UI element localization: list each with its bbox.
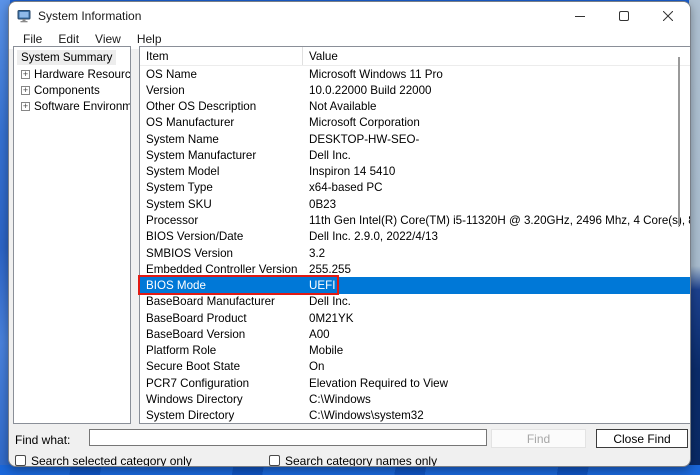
search-category-names-label: Search category names only: [285, 454, 437, 467]
item-cell: BIOS Mode: [140, 279, 303, 292]
expand-plus-icon[interactable]: +: [21, 102, 30, 111]
find-input[interactable]: [89, 429, 487, 446]
tree-item-components[interactable]: + Components: [21, 82, 130, 98]
table-row[interactable]: PCR7 ConfigurationElevation Required to …: [140, 375, 690, 391]
find-what-label: Find what:: [15, 433, 70, 447]
value-cell: Dell Inc.: [303, 295, 690, 308]
item-cell: Embedded Controller Version: [140, 263, 303, 276]
table-row[interactable]: Other OS DescriptionNot Available: [140, 99, 690, 115]
value-cell: DESKTOP-HW-SEO-: [303, 133, 690, 146]
item-cell: Other OS Description: [140, 100, 303, 113]
value-cell: Not Available: [303, 100, 690, 113]
value-cell: Dell Inc. 2.9.0, 2022/4/13: [303, 230, 690, 243]
window-title: System Information: [38, 9, 141, 23]
table-row[interactable]: System DirectoryC:\Windows\system32: [140, 408, 690, 424]
tree-item-software-environment[interactable]: + Software Environment: [21, 98, 130, 114]
list-header: Item Value: [140, 47, 690, 66]
table-row[interactable]: Embedded Controller Version255.255: [140, 261, 690, 277]
value-cell: 0B23: [303, 198, 690, 211]
item-cell: BaseBoard Manufacturer: [140, 295, 303, 308]
value-cell: x64-based PC: [303, 181, 690, 194]
item-cell: BaseBoard Version: [140, 328, 303, 341]
value-cell: 255.255: [303, 263, 690, 276]
value-cell: Elevation Required to View: [303, 377, 690, 390]
table-row[interactable]: OS ManufacturerMicrosoft Corporation: [140, 115, 690, 131]
expand-plus-icon[interactable]: +: [21, 86, 30, 95]
table-row[interactable]: Secure Boot StateOn: [140, 359, 690, 375]
tree-item-label: Software Environment: [34, 100, 131, 113]
table-row[interactable]: BaseBoard VersionA00: [140, 326, 690, 342]
table-row[interactable]: OS NameMicrosoft Windows 11 Pro: [140, 66, 690, 82]
table-row[interactable]: System ManufacturerDell Inc.: [140, 147, 690, 163]
close-find-button[interactable]: Close Find: [596, 429, 688, 448]
item-cell: System Type: [140, 181, 303, 194]
value-cell: Microsoft Windows 11 Pro: [303, 68, 690, 81]
search-selected-category-label: Search selected category only: [31, 454, 192, 467]
vertical-scrollbar-thumb[interactable]: [678, 57, 680, 225]
item-cell: System Model: [140, 165, 303, 178]
details-list: Item Value OS NameMicrosoft Windows 11 P…: [139, 46, 691, 424]
item-cell: Version: [140, 84, 303, 97]
item-cell: BIOS Version/Date: [140, 230, 303, 243]
value-cell: 11th Gen Intel(R) Core(TM) i5-11320H @ 3…: [303, 214, 690, 227]
column-header-item[interactable]: Item: [140, 47, 303, 65]
table-row[interactable]: Platform RoleMobile: [140, 343, 690, 359]
value-cell: C:\Windows: [303, 393, 690, 406]
item-cell: System Directory: [140, 409, 303, 422]
table-row[interactable]: Version10.0.22000 Build 22000: [140, 82, 690, 98]
find-button[interactable]: Find: [491, 429, 586, 448]
title-bar: System Information: [9, 2, 690, 30]
expand-plus-icon[interactable]: +: [21, 70, 30, 79]
tree-item-hardware-resources[interactable]: + Hardware Resources: [21, 66, 130, 82]
table-row[interactable]: BIOS ModeUEFI: [140, 277, 690, 293]
item-cell: OS Manufacturer: [140, 116, 303, 129]
category-tree: System Summary + Hardware Resources + Compo…: [13, 46, 131, 424]
value-cell: 3.2: [303, 247, 690, 260]
item-cell: System Name: [140, 133, 303, 146]
maximize-button[interactable]: [602, 2, 646, 30]
table-row[interactable]: BIOS Version/DateDell Inc. 2.9.0, 2022/4…: [140, 229, 690, 245]
value-cell: Dell Inc.: [303, 149, 690, 162]
item-cell: PCR7 Configuration: [140, 377, 303, 390]
value-cell: Microsoft Corporation: [303, 116, 690, 129]
table-row[interactable]: System ModelInspiron 14 5410: [140, 164, 690, 180]
item-cell: Platform Role: [140, 344, 303, 357]
value-cell: On: [303, 360, 690, 373]
item-cell: Processor: [140, 214, 303, 227]
system-information-icon: [17, 9, 31, 23]
item-cell: BaseBoard Product: [140, 312, 303, 325]
value-cell: C:\Windows\system32: [303, 409, 690, 422]
search-selected-category-checkbox[interactable]: [15, 455, 26, 466]
table-row[interactable]: System Typex64-based PC: [140, 180, 690, 196]
table-row[interactable]: SMBIOS Version3.2: [140, 245, 690, 261]
table-row[interactable]: System SKU0B23: [140, 196, 690, 212]
item-cell: Windows Directory: [140, 393, 303, 406]
table-row[interactable]: BaseBoard Product0M21YK: [140, 310, 690, 326]
item-cell: SMBIOS Version: [140, 247, 303, 260]
item-cell: System Manufacturer: [140, 149, 303, 162]
window-controls: [558, 2, 690, 30]
value-cell: Inspiron 14 5410: [303, 165, 690, 178]
close-button[interactable]: [646, 2, 690, 30]
table-row[interactable]: BaseBoard ManufacturerDell Inc.: [140, 294, 690, 310]
table-row[interactable]: Processor11th Gen Intel(R) Core(TM) i5-1…: [140, 212, 690, 228]
value-cell: 0M21YK: [303, 312, 690, 325]
value-cell: UEFI: [303, 279, 690, 292]
item-cell: Secure Boot State: [140, 360, 303, 373]
value-cell: A00: [303, 328, 690, 341]
value-cell: Mobile: [303, 344, 690, 357]
system-information-window: System Information FileEditViewHelp Syst…: [8, 1, 691, 467]
item-cell: OS Name: [140, 68, 303, 81]
minimize-button[interactable]: [558, 2, 602, 30]
table-row[interactable]: Windows DirectoryC:\Windows: [140, 391, 690, 407]
tree-item-label: Hardware Resources: [34, 68, 131, 81]
item-cell: System SKU: [140, 198, 303, 211]
tree-item-label: Components: [34, 84, 100, 97]
value-cell: 10.0.22000 Build 22000: [303, 84, 690, 97]
search-category-names-checkbox[interactable]: [269, 455, 280, 466]
tree-item-system-summary[interactable]: System Summary: [17, 50, 116, 65]
table-row[interactable]: System NameDESKTOP-HW-SEO-: [140, 131, 690, 147]
column-header-value[interactable]: Value: [303, 50, 690, 63]
